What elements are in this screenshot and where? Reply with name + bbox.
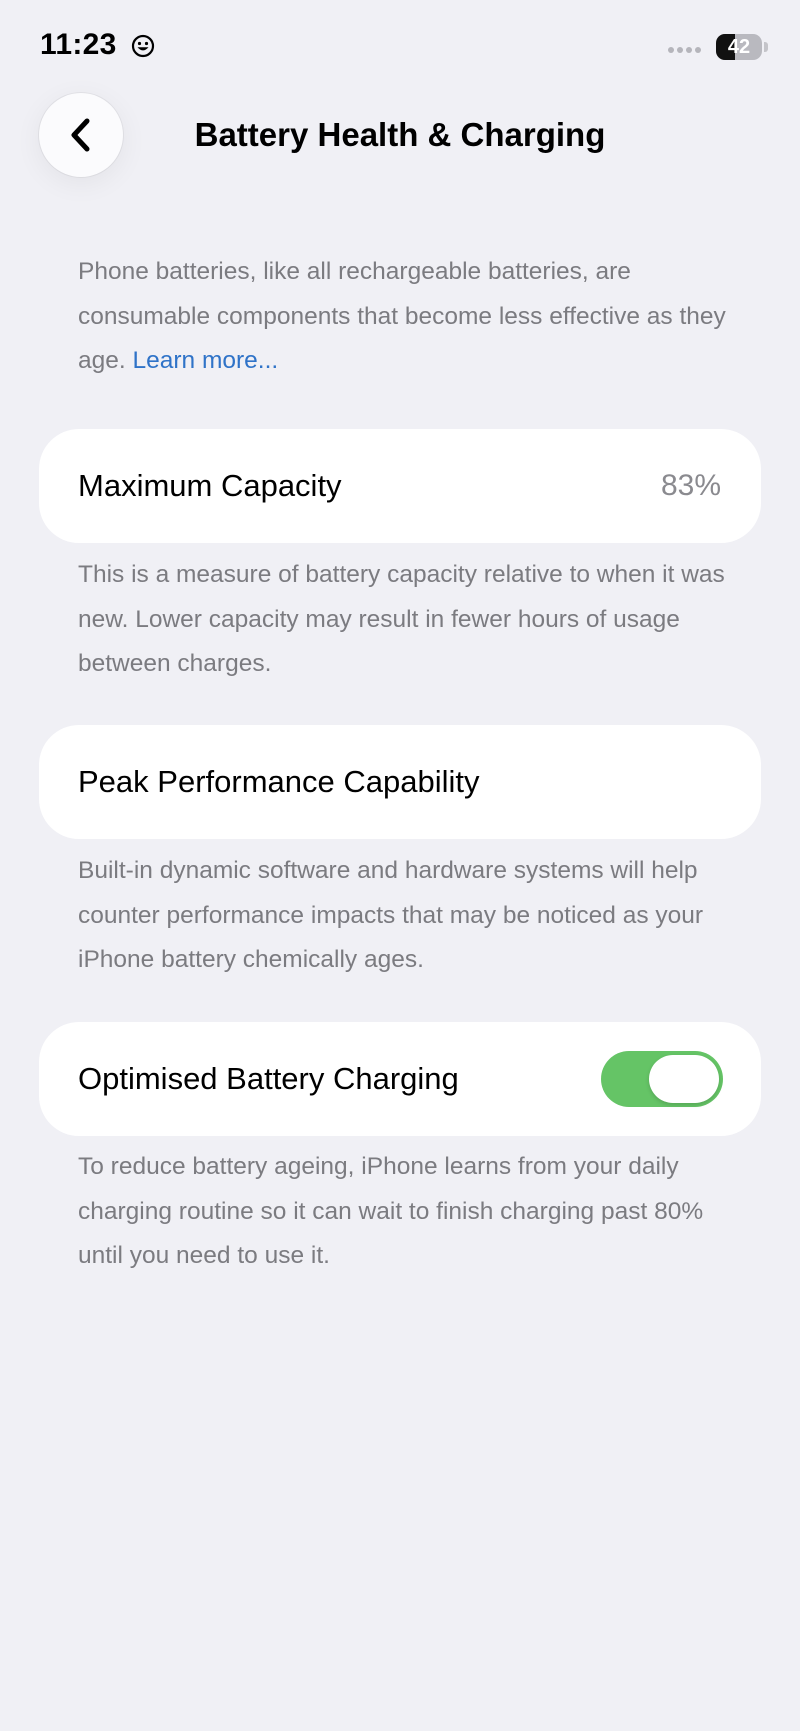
maximum-capacity-row: Maximum Capacity 83% [39, 429, 761, 543]
smiley-icon [131, 34, 155, 58]
optimised-charging-row: Optimised Battery Charging [39, 1022, 761, 1136]
battery-level: 42 [727, 36, 751, 58]
status-time: 11:23 [40, 28, 117, 61]
peak-performance-label: Peak Performance Capability [78, 764, 480, 799]
maximum-capacity-description: This is a measure of battery capacity re… [78, 561, 725, 677]
optimised-charging-toggle[interactable] [601, 1051, 723, 1107]
toggle-knob [649, 1055, 719, 1103]
maximum-capacity-label: Maximum Capacity [78, 468, 342, 503]
optimised-charging-description: To reduce battery ageing, iPhone learns … [78, 1153, 704, 1269]
peak-performance-description: Built-in dynamic software and hardware s… [78, 857, 704, 973]
battery-tip [764, 42, 768, 52]
intro-description: Phone batteries, like all rechargeable b… [78, 250, 738, 384]
page-title: Battery Health & Charging [194, 116, 606, 153]
peak-performance-row[interactable]: Peak Performance Capability [39, 725, 761, 839]
learn-more-link[interactable]: Learn more... [133, 347, 279, 374]
status-bar: 11:23 42 [0, 0, 800, 90]
maximum-capacity-value: 83% [660, 469, 721, 502]
battery-health-screen: 11:23 42 Battery Health & Charging Phone… [0, 0, 800, 1731]
optimised-charging-label: Optimised Battery Charging [78, 1061, 459, 1096]
battery-icon: 42 [716, 34, 762, 60]
cellular-signal-icon [668, 47, 701, 53]
